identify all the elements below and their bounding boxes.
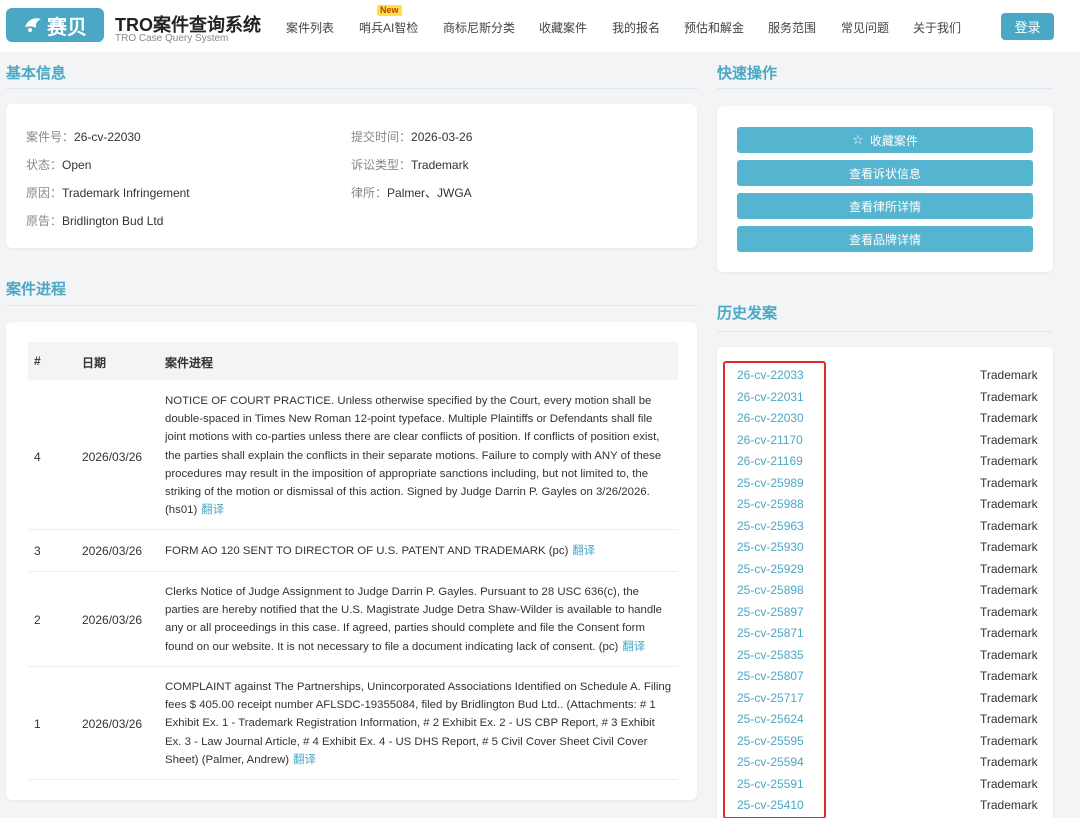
logo-text: 赛贝 (47, 16, 87, 39)
history-case-type: Trademark (980, 389, 1038, 404)
basic-info-card: 案件号：26-cv-22030 提交时间：2026-03-26 状态：Open … (6, 104, 697, 248)
view-law-firm-button[interactable]: 查看律所详情 (737, 193, 1033, 219)
field-law-firm: 律所：Palmer、JWGA (351, 186, 472, 200)
field-plaintiff: 原告：Bridlington Bud Ltd (26, 214, 164, 228)
history-case-type: Trademark (980, 368, 1038, 382)
basic-info-heading: 基本信息 (6, 65, 67, 82)
progress-card: # 日期 案件进程 4 2026/03/26 NOTICE OF COURT P… (6, 322, 697, 800)
col-date: 日期 (82, 356, 107, 370)
filed-date-value: 2026-03-26 (411, 130, 473, 144)
history-case-type: Trademark (980, 411, 1038, 425)
divider (717, 331, 1053, 332)
history-case-type: Trademark (980, 583, 1038, 597)
col-progress: 案件进程 (165, 356, 214, 370)
nav-case-list[interactable]: 案件列表 (286, 19, 334, 36)
nav-ai-check[interactable]: New 哨兵AI智检 (359, 5, 419, 36)
quick-actions-heading: 快速操作 (717, 65, 778, 82)
divider (6, 88, 698, 89)
nav-faq[interactable]: 常见问题 (841, 19, 889, 36)
bird-logo-icon (25, 18, 41, 32)
progress-entry: COMPLAINT against The Partnerships, Unin… (165, 681, 672, 766)
history-case-type: Trademark (980, 712, 1038, 726)
translate-link[interactable]: 翻译 (572, 545, 595, 557)
history-case-type: Trademark (980, 755, 1038, 769)
history-case-type: Trademark (980, 733, 1038, 748)
nav-nice-classes[interactable]: 商标尼斯分类 (443, 19, 515, 36)
brand-subtitle: TRO Case Query System (115, 33, 229, 44)
star-icon: ☆ (852, 132, 864, 147)
nav-my-registrations[interactable]: 我的报名 (612, 19, 660, 36)
history-case-type: Trademark (980, 647, 1038, 662)
cause-value: Trademark Infringement (62, 186, 190, 200)
history-case-type: Trademark (980, 690, 1038, 705)
history-case-type: Trademark (980, 669, 1038, 683)
view-complaint-button[interactable]: 查看诉状信息 (737, 160, 1033, 186)
login-button[interactable]: 登录 (1001, 13, 1054, 40)
col-number: # (34, 354, 41, 368)
new-badge: New (377, 5, 402, 16)
translate-link[interactable]: 翻译 (622, 641, 645, 653)
table-row: 4 2026/03/26 NOTICE OF COURT PRACTICE. U… (28, 382, 678, 530)
nav-ai-check-label: 哨兵AI智检 (359, 21, 419, 35)
progress-heading: 案件进程 (6, 281, 67, 298)
history-heading: 历史发案 (717, 305, 778, 322)
history-case-type: Trademark (980, 540, 1038, 554)
progress-entry: FORM AO 120 SENT TO DIRECTOR OF U.S. PAT… (165, 545, 596, 557)
divider (717, 88, 1053, 89)
field-filed-date: 提交时间：2026-03-26 (351, 130, 473, 144)
history-case-type: Trademark (980, 518, 1038, 533)
highlight-box (723, 361, 826, 818)
history-case-type: Trademark (980, 798, 1038, 812)
suit-type-value: Trademark (411, 158, 469, 172)
nav-settlement-estimate[interactable]: 预估和解金 (684, 19, 744, 36)
history-case-type: Trademark (980, 432, 1038, 447)
quick-actions-card: ☆ 收藏案件 查看诉状信息 查看律所详情 查看品牌详情 (717, 106, 1053, 272)
history-case-type: Trademark (980, 626, 1038, 640)
brand-logo[interactable]: 赛贝 (6, 8, 104, 42)
progress-table-header: # 日期 案件进程 (28, 342, 678, 380)
table-row: 3 2026/03/26 FORM AO 120 SENT TO DIRECTO… (28, 530, 678, 572)
favorite-case-button[interactable]: ☆ 收藏案件 (737, 127, 1033, 153)
status-value: Open (62, 158, 92, 172)
field-case-number: 案件号：26-cv-22030 (26, 130, 141, 144)
table-row: 1 2026/03/26 COMPLAINT against The Partn… (28, 667, 678, 780)
translate-link[interactable]: 翻译 (201, 504, 224, 516)
field-status: 状态：Open (26, 158, 92, 172)
history-case-type: Trademark (980, 454, 1038, 468)
history-case-type: Trademark (980, 561, 1038, 576)
view-brand-button[interactable]: 查看品牌详情 (737, 226, 1033, 252)
progress-entry: Clerks Notice of Judge Assignment to Jud… (165, 586, 663, 653)
nav-favorites[interactable]: 收藏案件 (539, 19, 587, 36)
field-cause: 原因：Trademark Infringement (26, 186, 190, 200)
nav-services[interactable]: 服务范围 (768, 19, 816, 36)
top-header: 赛贝 TRO案件查询系统 TRO Case Query System 案件列表 … (0, 0, 1080, 52)
history-case-type: Trademark (980, 475, 1038, 490)
history-case-type: Trademark (980, 497, 1038, 511)
history-case-type: Trademark (980, 604, 1038, 619)
table-row: 2 2026/03/26 Clerks Notice of Judge Assi… (28, 572, 678, 667)
history-case-type: Trademark (980, 776, 1038, 791)
case-number-value: 26-cv-22030 (74, 130, 141, 144)
nav-about[interactable]: 关于我们 (913, 19, 961, 36)
plaintiff-value: Bridlington Bud Ltd (62, 214, 164, 228)
progress-entry: NOTICE OF COURT PRACTICE. Unless otherwi… (165, 395, 662, 517)
field-suit-type: 诉讼类型：Trademark (351, 158, 469, 172)
divider (6, 305, 698, 306)
law-firm-value: Palmer、JWGA (387, 186, 472, 200)
translate-link[interactable]: 翻译 (293, 754, 316, 766)
